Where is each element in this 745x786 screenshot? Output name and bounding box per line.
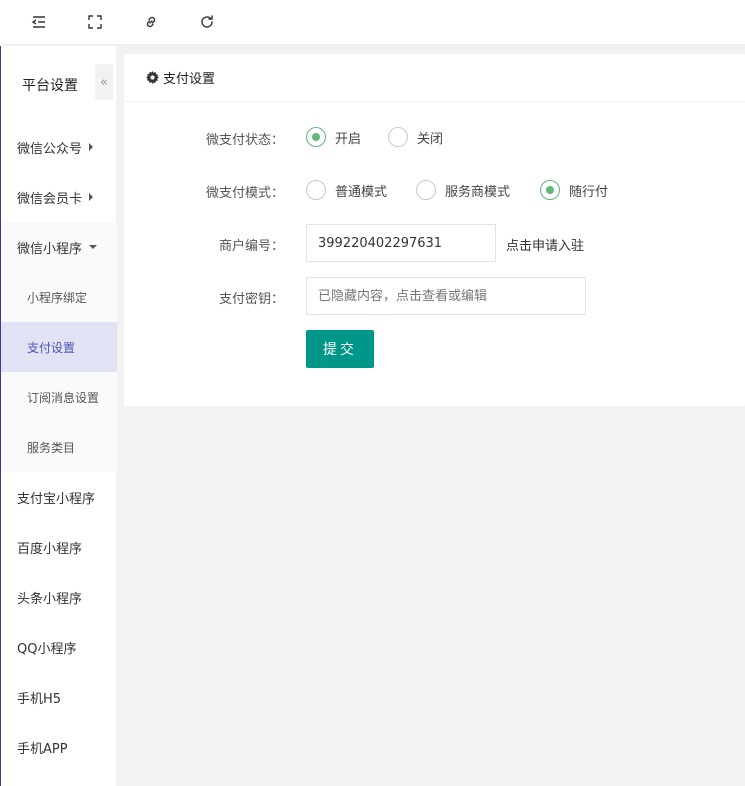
- caret-right-icon: [89, 193, 94, 201]
- secret-key-input[interactable]: [306, 277, 586, 315]
- sidebar-item-label: 手机APP: [17, 741, 68, 757]
- secret-key-label: 支付密钥：: [218, 292, 284, 307]
- sidebar-item-label: 小程序绑定: [27, 290, 88, 305]
- sidebar-subitem-subscription-messages[interactable]: 订阅消息设置: [1, 372, 117, 422]
- radio-label: 开启: [335, 131, 362, 147]
- top-toolbar: [0, 0, 745, 45]
- caret-down-icon: [89, 245, 98, 249]
- sidebar-item-label: 头条小程序: [17, 591, 83, 607]
- sidebar-item-wechat-miniprogram[interactable]: 微信小程序: [1, 222, 117, 272]
- sidebar-item-alipay-miniprogram[interactable]: 支付宝小程序: [1, 472, 117, 522]
- radio-unchecked-icon: [306, 180, 326, 200]
- link-icon[interactable]: [139, 10, 163, 34]
- sidebar-title: 平台设置: [22, 78, 78, 94]
- merchant-id-label: 商户编号：: [218, 239, 284, 254]
- sidebar-item-label: 订阅消息设置: [27, 390, 100, 405]
- sidebar-item-wechat-official[interactable]: 微信公众号: [1, 122, 117, 172]
- sidebar-item-label: 微信会员卡: [17, 191, 83, 207]
- sidebar-item-label: 服务类目: [27, 440, 76, 455]
- mode-radio-suixingfu[interactable]: 随行付: [540, 180, 608, 200]
- sidebar-header: 平台设置 «: [1, 46, 117, 120]
- sidebar-item-mobile-app[interactable]: 手机APP: [1, 722, 117, 772]
- radio-checked-icon: [306, 127, 326, 147]
- refresh-icon[interactable]: [195, 10, 219, 34]
- payment-settings-panel: 支付设置 微支付状态： 开启 关闭 微支付模式： 普通模式 服务商模式 随行付 …: [124, 54, 745, 406]
- sidebar-item-label: 手机H5: [17, 691, 62, 707]
- apply-merchant-link[interactable]: 点击申请入驻: [506, 235, 584, 254]
- radio-label: 关闭: [417, 131, 444, 147]
- submit-button[interactable]: 提交: [306, 330, 374, 368]
- sidebar-item-label: 微信公众号: [17, 141, 83, 157]
- sidebar-item-wechat-membercard[interactable]: 微信会员卡: [1, 172, 117, 222]
- mode-radio-service-provider[interactable]: 服务商模式: [416, 180, 510, 200]
- panel-title: 支付设置: [163, 72, 216, 87]
- gear-icon: [146, 71, 159, 84]
- radio-label: 服务商模式: [445, 184, 511, 200]
- radio-unchecked-icon: [388, 127, 408, 147]
- radio-label: 普通模式: [335, 184, 388, 200]
- sidebar-item-qq-miniprogram[interactable]: QQ小程序: [1, 622, 117, 672]
- mode-label: 微支付模式：: [205, 186, 284, 201]
- sidebar-item-label: 微信小程序: [17, 241, 83, 257]
- sidebar-item-label: 支付宝小程序: [17, 491, 96, 507]
- sidebar-item-toutiao-miniprogram[interactable]: 头条小程序: [1, 572, 117, 622]
- radio-label: 随行付: [569, 184, 609, 200]
- radio-checked-icon: [540, 180, 560, 200]
- menu-fold-icon[interactable]: [27, 10, 51, 34]
- sidebar-item-baidu-miniprogram[interactable]: 百度小程序: [1, 522, 117, 572]
- sidebar-item-label: QQ小程序: [17, 641, 77, 657]
- sidebar-item-mobile-h5[interactable]: 手机H5: [1, 672, 117, 722]
- mode-radio-normal[interactable]: 普通模式: [306, 180, 387, 200]
- sidebar: 平台设置 « 微信公众号 微信会员卡 微信小程序 小程序绑定 支付设置 订阅消息…: [0, 46, 117, 786]
- sidebar-subitem-service-category[interactable]: 服务类目: [1, 422, 117, 472]
- status-radio-off[interactable]: 关闭: [388, 127, 443, 147]
- sidebar-subitem-payment-settings[interactable]: 支付设置: [1, 322, 117, 372]
- fullscreen-icon[interactable]: [83, 10, 107, 34]
- status-label: 微支付状态：: [205, 133, 284, 148]
- caret-right-icon: [89, 143, 94, 151]
- panel-header: 支付设置: [124, 54, 745, 102]
- radio-unchecked-icon: [416, 180, 436, 200]
- sidebar-item-label: 百度小程序: [17, 541, 83, 557]
- sidebar-item-label: 支付设置: [27, 340, 76, 355]
- status-radio-on[interactable]: 开启: [306, 127, 361, 147]
- sidebar-subitem-binding[interactable]: 小程序绑定: [1, 272, 117, 322]
- collapse-sidebar-button[interactable]: «: [95, 64, 113, 100]
- merchant-id-input[interactable]: [306, 224, 496, 262]
